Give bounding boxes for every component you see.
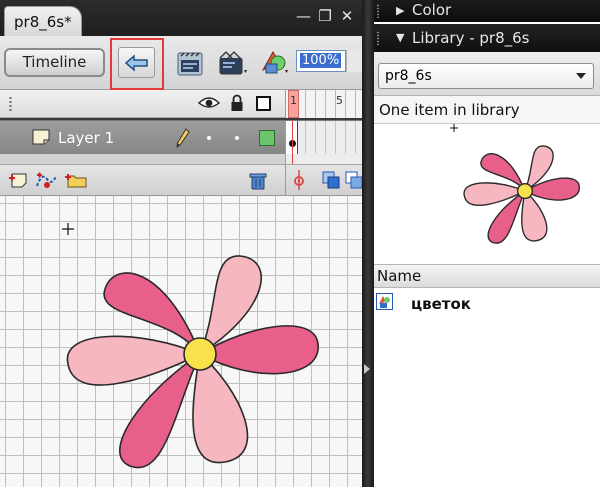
panel-splitter[interactable] [362,0,374,487]
color-panel-title: Color [412,1,452,19]
library-preview [374,124,600,264]
lock-dot[interactable] [235,136,239,140]
scene-button[interactable] [170,46,210,79]
layer-name[interactable]: Layer 1 [58,129,114,147]
playhead-line [292,154,293,164]
stage-canvas[interactable] [0,196,362,487]
pencil-icon [176,128,190,148]
collapse-arrow-icon[interactable]: ▼ [396,24,404,52]
minimize-button[interactable]: — [296,8,311,24]
edit-symbols-icon [261,50,288,73]
footer-divider [285,165,286,196]
registration-crosshair-icon [62,223,74,235]
flower-symbol-instance[interactable] [0,196,362,487]
layer-row[interactable]: Layer 1 [0,120,362,155]
frame-number-5: 5 [336,94,343,107]
panel-grip[interactable] [376,31,380,45]
zoom-value: 100% [300,53,342,68]
timeline-empty-frames [285,154,362,164]
timeline-header: 1 5 [0,90,362,118]
chevron-down-icon [576,73,586,79]
lock-icon[interactable] [230,94,244,112]
panel-grip[interactable] [8,96,13,112]
playhead[interactable]: 1 [288,90,299,118]
edit-scene-button[interactable] [214,46,254,79]
collapse-arrow-icon[interactable] [364,364,370,374]
edit-multiple-frames-icon[interactable] [345,171,362,189]
layer-icon [32,129,50,145]
library-document-select[interactable]: pr8_6s [378,63,594,89]
name-column-header[interactable]: Name [374,264,600,288]
edit-scene-icon [219,50,247,74]
layer-frames[interactable] [285,121,362,155]
timeline-empty-area [0,154,285,164]
zoom-input[interactable]: 100% [296,50,346,72]
expand-arrow-icon[interactable]: ▶ [396,1,404,21]
restore-button[interactable]: ❐ [318,8,332,24]
flower-preview [450,124,580,244]
edit-symbols-button[interactable] [256,46,294,79]
new-folder-icon[interactable] [64,171,88,189]
visibility-dot[interactable] [207,136,211,140]
back-arrow-icon [124,53,148,72]
edit-bar: Timeline 100% [0,36,362,90]
library-item-count: One item in library [374,96,600,124]
library-panel-title: Library - pr8_6s [412,29,530,47]
new-layer-icon[interactable] [8,171,28,189]
delete-layer-icon[interactable] [248,171,268,191]
timeline-button[interactable]: Timeline [4,48,105,77]
library-toolbar: pr8_6s [374,52,600,96]
clapperboard-icon [177,51,203,75]
playhead-line [292,121,293,155]
panel-grip[interactable] [376,4,380,18]
registration-crosshair-icon [450,124,458,132]
onion-skin-icon[interactable] [322,171,340,189]
flower-center [183,337,217,371]
flower-center [516,182,534,200]
eye-icon[interactable] [198,96,220,110]
close-button[interactable]: ✕ [340,8,354,24]
center-frame-icon[interactable] [291,170,307,190]
library-panel-header[interactable]: ▼ Library - pr8_6s [374,24,600,52]
layer-outline-color[interactable] [259,130,275,146]
back-button[interactable] [118,47,155,78]
timeline-footer [0,164,362,196]
library-item-name: цветок [411,295,471,313]
add-motion-guide-icon[interactable] [34,171,58,189]
library-document-select-value: pr8_6s [385,68,432,84]
document-tab-bar: pr8_6s* — ❐ ✕ [0,0,362,36]
document-tab[interactable]: pr8_6s* [4,6,82,36]
zoom-dropdown-edge[interactable] [346,50,362,72]
graphic-symbol-icon [376,293,393,310]
color-panel-header[interactable]: ▶ Color [374,0,600,22]
library-item[interactable]: цветок [374,288,600,318]
outline-icon[interactable] [256,96,271,111]
right-panel-dock: ▶ Color ▼ Library - pr8_6s pr8_6s One it… [374,0,600,487]
document-window: pr8_6s* — ❐ ✕ Timeline 100% 1 5 Layer 1 [0,0,362,487]
